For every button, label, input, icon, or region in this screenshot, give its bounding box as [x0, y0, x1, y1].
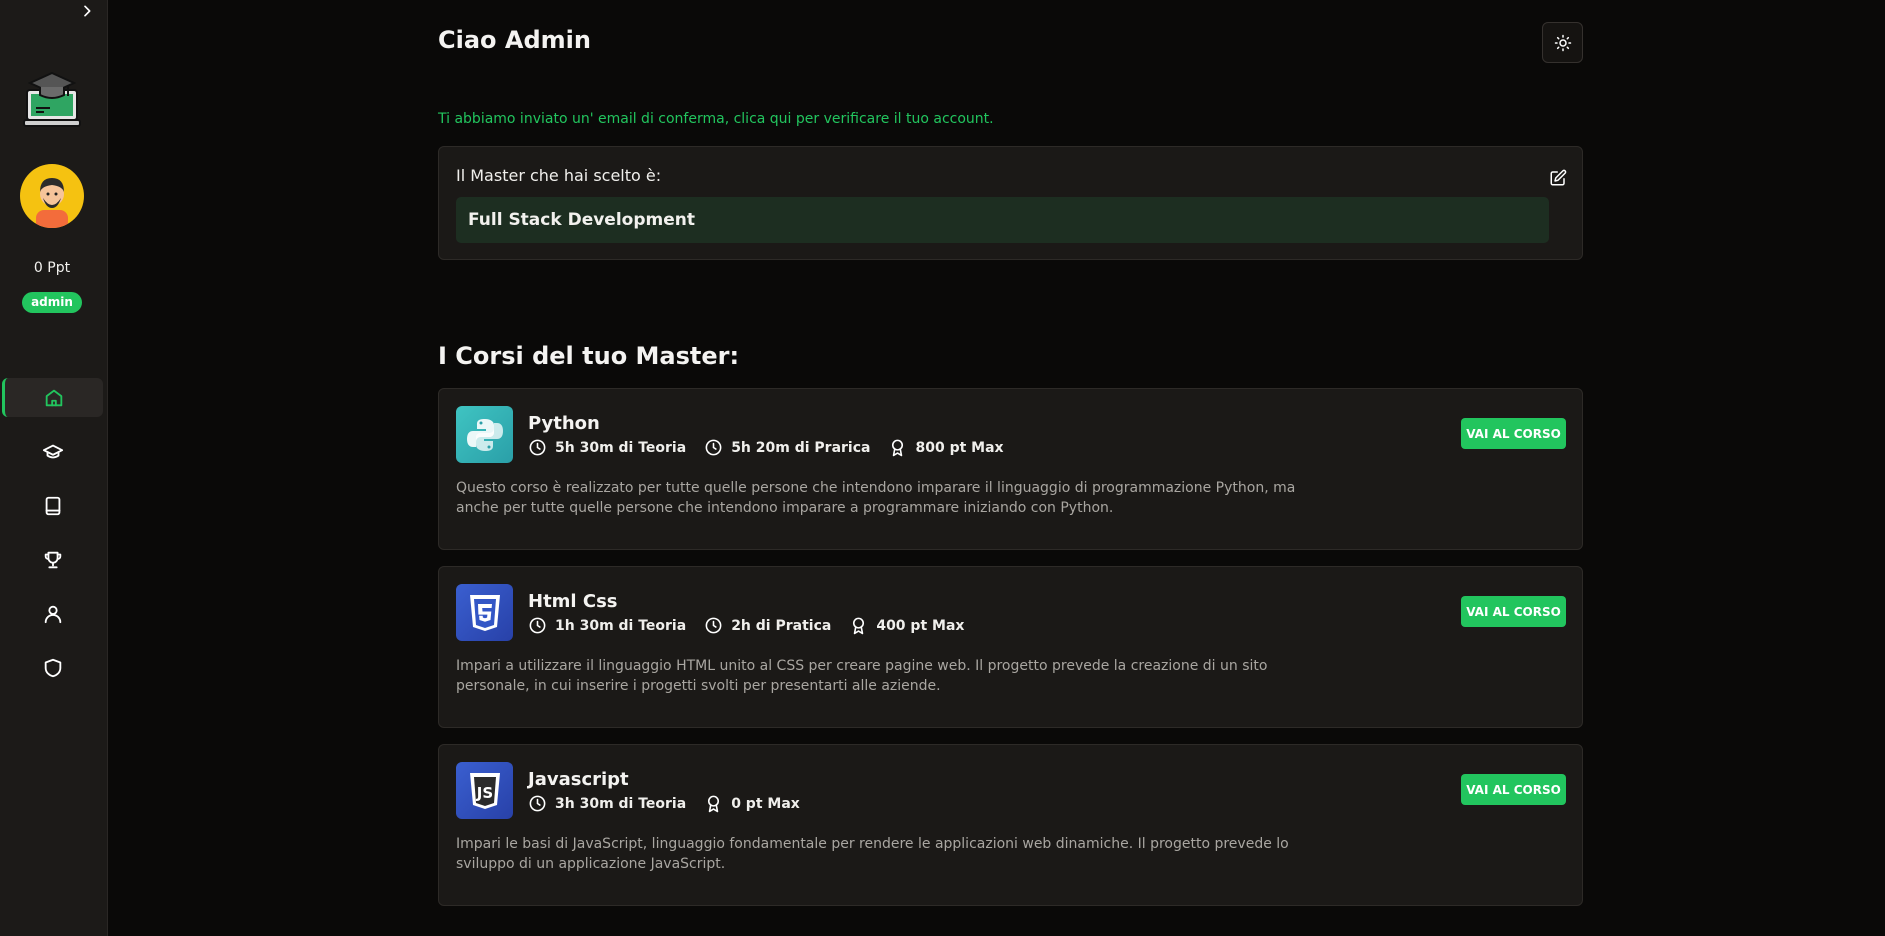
course-meta: 5h 30m di Teoria 5h 20m di Prarica 800 p…: [528, 438, 1022, 457]
course-card: JS Javascript 3h 30m di Teoria 0 pt Max …: [438, 744, 1583, 906]
go-to-course-button[interactable]: VAI AL CORSO: [1461, 418, 1566, 449]
courses-section-title: I Corsi del tuo Master:: [438, 342, 740, 370]
avatar[interactable]: [20, 164, 84, 228]
course-description: Impari a utilizzare il linguaggio HTML u…: [456, 658, 1268, 694]
trophy-icon: [44, 551, 61, 568]
clock-icon: [529, 617, 546, 634]
max-points: 0 pt Max: [704, 794, 800, 813]
app-logo: [23, 71, 81, 127]
course-name: Javascript: [528, 769, 629, 790]
sun-icon: [1554, 34, 1571, 51]
go-to-course-button[interactable]: VAI AL CORSO: [1461, 596, 1566, 627]
theory-duration: 1h 30m di Teoria: [528, 616, 686, 635]
master-label: Il Master che hai scelto è:: [456, 166, 662, 185]
practice-duration: 2h di Pratica: [704, 616, 831, 635]
practice-duration: 5h 20m di Prarica: [704, 438, 870, 457]
avatar-illustration: [36, 178, 68, 228]
shield-icon: [44, 658, 61, 677]
course-meta: 1h 30m di Teoria 2h di Pratica 400 pt Ma…: [528, 616, 982, 635]
course-name: Html Css: [528, 591, 618, 612]
master-card: Il Master che hai scelto è: Full Stack D…: [438, 146, 1583, 260]
max-points: 800 pt Max: [888, 438, 1004, 457]
course-card: Html Css 1h 30m di Teoria 2h di Pratica …: [438, 566, 1583, 728]
page-title: Ciao Admin: [438, 26, 591, 54]
user-points: 0 Ppt: [33, 260, 71, 276]
award-icon: [853, 617, 865, 635]
clock-icon: [529, 795, 546, 812]
course-meta: 3h 30m di Teoria 0 pt Max: [528, 794, 818, 813]
home-icon: [45, 389, 63, 406]
theory-text: 3h 30m di Teoria: [555, 795, 687, 812]
sidebar-item-masters[interactable]: [2, 432, 103, 471]
clock-icon: [705, 617, 722, 634]
points-text: 800 pt Max: [915, 439, 1004, 456]
points-text: 400 pt Max: [876, 617, 965, 634]
max-points: 400 pt Max: [849, 616, 964, 635]
award-icon: [708, 795, 720, 813]
theory-duration: 3h 30m di Teoria: [528, 794, 686, 813]
points-text: 0 pt Max: [731, 795, 800, 812]
clock-icon: [705, 439, 722, 456]
python-icon: [456, 406, 513, 463]
course-name: Python: [528, 413, 600, 434]
email-confirmation-link[interactable]: Ti abbiamo inviato un' email di conferma…: [438, 111, 994, 127]
course-card: Python 5h 30m di Teoria 5h 20m di Praric…: [438, 388, 1583, 550]
sidebar-item-home[interactable]: [2, 378, 103, 417]
svg-text:JS: JS: [475, 784, 492, 802]
python-logo: [466, 418, 503, 451]
course-description: Impari le basi di JavaScript, linguaggio…: [456, 836, 1289, 872]
graduation-cap-icon: [42, 444, 63, 458]
sidebar: 0 Ppt admin: [0, 0, 108, 936]
practice-text: 5h 20m di Prarica: [731, 439, 871, 456]
go-to-course-button[interactable]: VAI AL CORSO: [1461, 774, 1566, 805]
sidebar-item-courses[interactable]: [2, 486, 103, 525]
sidebar-item-security[interactable]: [2, 648, 103, 687]
clock-icon: [529, 439, 546, 456]
chevron-right-icon: [84, 5, 91, 17]
theory-duration: 5h 30m di Teoria: [528, 438, 686, 457]
edit-icon[interactable]: [1549, 169, 1567, 187]
role-badge: admin: [22, 292, 82, 313]
sidebar-item-leaderboard[interactable]: [2, 540, 103, 579]
html5-logo: [469, 594, 500, 631]
user-icon: [44, 605, 61, 623]
award-icon: [892, 439, 904, 457]
javascript-icon: JS: [456, 762, 513, 819]
javascript-logo: JS: [469, 772, 500, 809]
html5-icon: [456, 584, 513, 641]
master-value: Full Stack Development: [456, 197, 1549, 243]
sidebar-expand-button[interactable]: [76, 0, 98, 22]
theory-text: 5h 30m di Teoria: [555, 439, 687, 456]
book-icon: [45, 496, 60, 515]
theme-toggle-button[interactable]: [1542, 22, 1583, 63]
theory-text: 1h 30m di Teoria: [555, 617, 687, 634]
course-description: Questo corso è realizzato per tutte quel…: [456, 480, 1296, 516]
practice-text: 2h di Pratica: [731, 617, 832, 634]
sidebar-item-profile[interactable]: [2, 594, 103, 633]
